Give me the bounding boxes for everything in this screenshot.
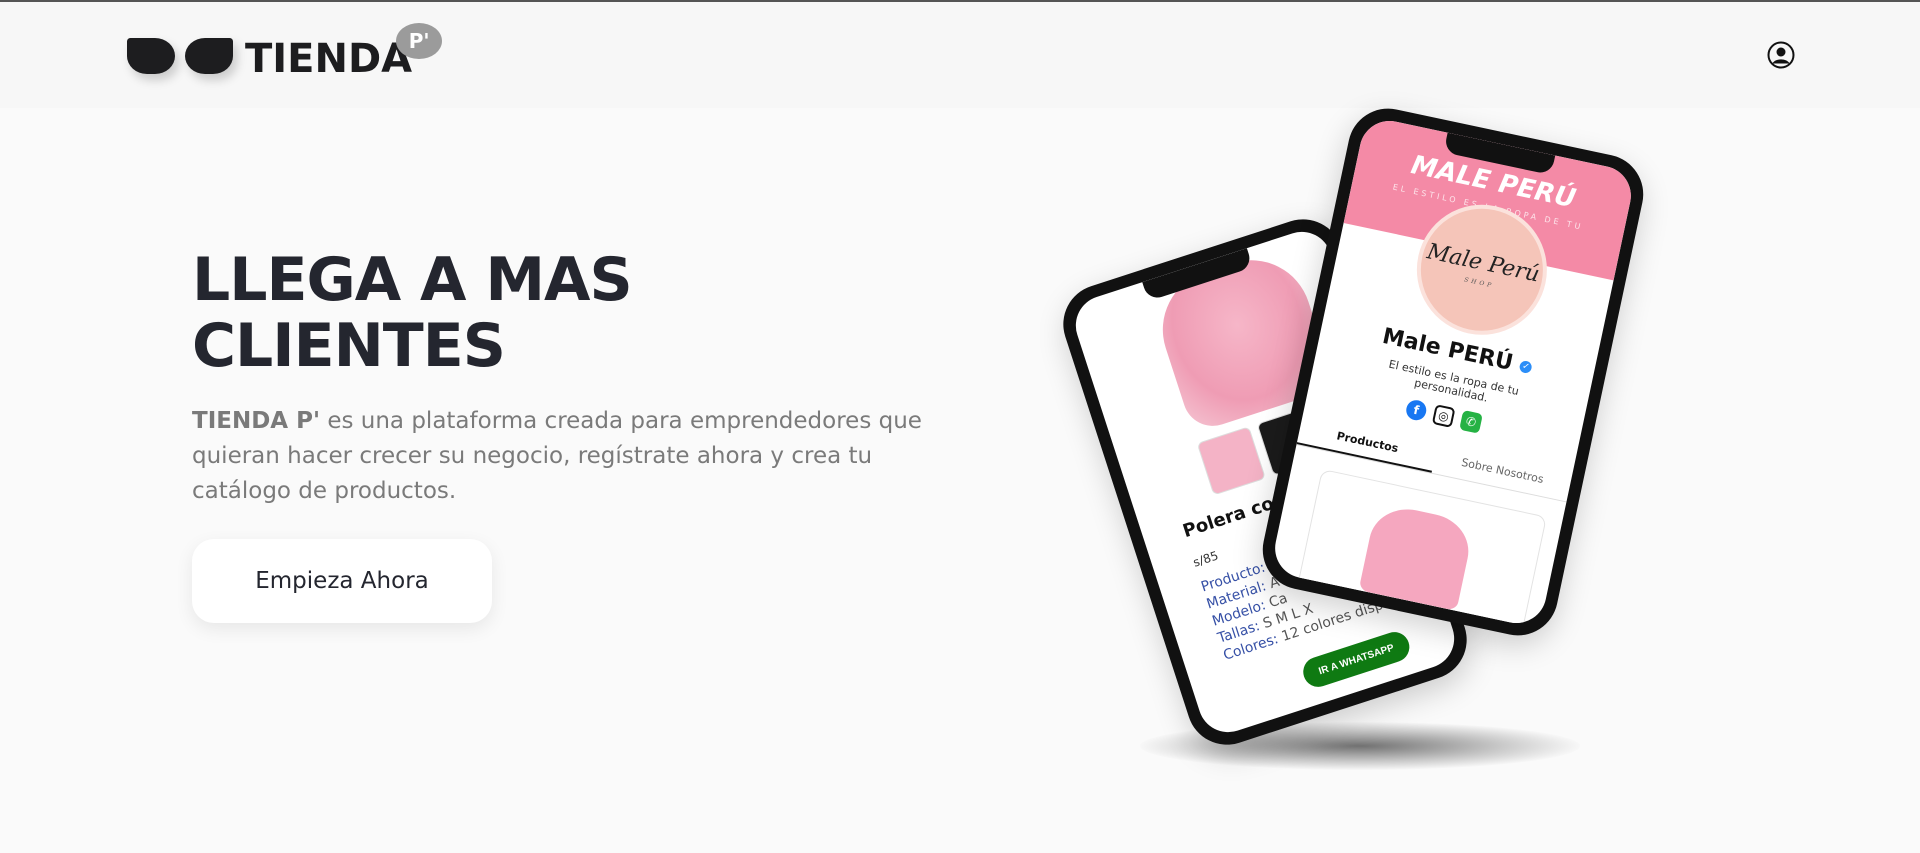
- top-header: TIENDA P': [0, 2, 1920, 108]
- facebook-icon: f: [1404, 398, 1429, 423]
- logo-wordmark: TIENDA P': [245, 21, 443, 82]
- hero-title: LLEGA A MAS CLIENTES: [192, 245, 633, 381]
- tab-productos: Productos: [1296, 413, 1439, 473]
- phone-mockups: Polera con b s/85 Producto: canguro Mate…: [1052, 101, 1651, 802]
- logo-eye-left: [127, 38, 175, 74]
- phone-store-mockup: MALE PERÚ EL ESTILO ES LA ROPA DE TU Mal…: [1255, 101, 1651, 643]
- product-price: s/85: [1191, 548, 1221, 570]
- logo-eyes-icon: [127, 20, 237, 80]
- phone-store-screen: MALE PERÚ EL ESTILO ES LA ROPA DE TU Mal…: [1269, 115, 1637, 629]
- avatar-text: Male Perú SHOP: [1422, 239, 1542, 298]
- product-card-image: [1358, 502, 1476, 611]
- logo-eye-right: [185, 38, 233, 74]
- whatsapp-button: IR A WHATSAPP: [1299, 628, 1414, 691]
- hero-description: TIENDA P' es una plataforma creada para …: [192, 404, 972, 509]
- verified-badge-icon: ✓: [1518, 359, 1533, 375]
- logo[interactable]: TIENDA P': [127, 20, 443, 82]
- logo-word-text: TIENDA: [245, 36, 413, 82]
- start-now-button[interactable]: Empieza Ahora: [192, 539, 492, 623]
- instagram-icon: ◎: [1431, 404, 1456, 428]
- thumbnail-pink: [1196, 426, 1266, 496]
- logo-badge: P': [396, 23, 443, 59]
- tab-sobre-nosotros: Sobre Nosotros: [1460, 455, 1545, 487]
- user-circle-icon[interactable]: [1767, 41, 1795, 69]
- hero-description-brand: TIENDA P': [192, 408, 321, 434]
- whatsapp-icon: ✆: [1459, 409, 1483, 434]
